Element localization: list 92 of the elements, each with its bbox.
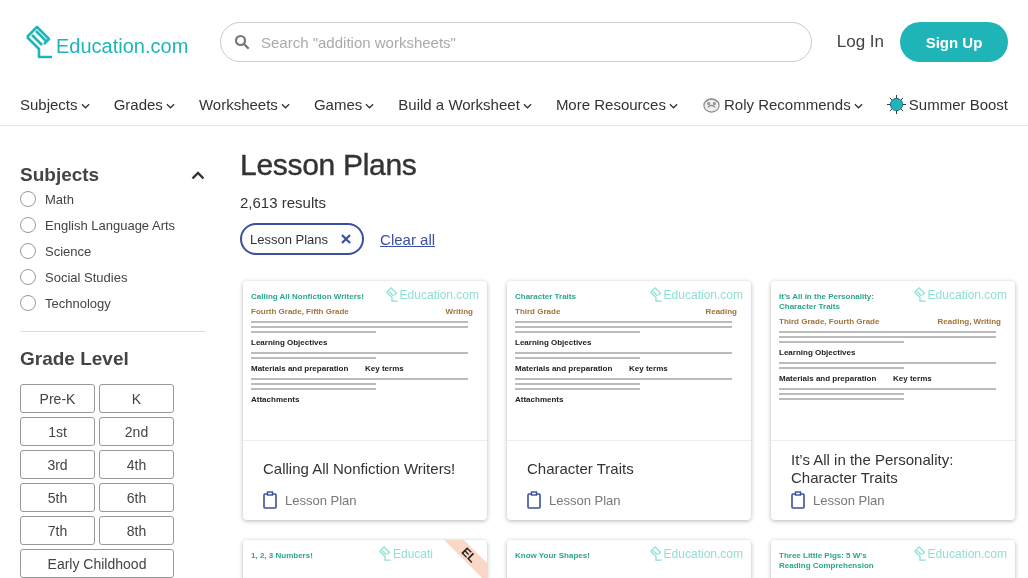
document-heading: Attachments — [515, 395, 565, 404]
document-subject: Reading — [705, 307, 737, 316]
document-heading: Key terms — [893, 374, 933, 383]
logo-icon — [24, 25, 54, 59]
document-heading: Materials and preparation — [251, 364, 350, 373]
grade-button[interactable]: 5th — [20, 483, 95, 512]
document-title: Character Traits — [515, 292, 577, 302]
document-title: Calling All Nonfiction Writers! — [251, 292, 365, 302]
document-heading: Key terms — [629, 364, 669, 373]
logo-text: Education.com — [399, 288, 479, 302]
grade-button[interactable]: 2nd — [99, 417, 174, 446]
document-title: Three Little Pigs: 5 W's Reading Comprehension — [779, 551, 875, 571]
document-heading: Attachments — [251, 395, 301, 404]
chevron-down-icon — [668, 103, 678, 109]
grade-button[interactable]: K — [99, 384, 174, 413]
lesson-card[interactable]: 1, 2, 3 Numbers! Educati EL — [243, 540, 487, 578]
logo-text: Education.com — [927, 547, 1007, 561]
close-icon[interactable] — [340, 233, 353, 245]
filter-heading: Subjects — [20, 164, 100, 186]
card-title[interactable]: Character Traits — [527, 451, 731, 487]
clipboard-icon — [791, 491, 805, 509]
search-field[interactable]: Search "addition worksheets" — [220, 22, 812, 62]
grade-button[interactable]: 6th — [99, 483, 174, 512]
lesson-card[interactable] — [771, 281, 1015, 520]
document-subject: Reading, Writing — [937, 317, 1001, 326]
nav-menu-item[interactable]: Build a Worksheet — [398, 96, 532, 113]
logo-text: Education.com — [663, 288, 743, 302]
clipboard-icon — [527, 491, 541, 509]
subject-option[interactable]: Technology — [45, 295, 111, 311]
nav-menu-item[interactable]: Grades — [113, 96, 175, 113]
subject-option[interactable]: Science — [45, 243, 92, 259]
document-title: 1, 2, 3 Numbers! — [251, 551, 314, 561]
collapse-chevron-icon[interactable] — [191, 170, 205, 180]
logo-icon — [648, 546, 663, 561]
lesson-card[interactable]: Character Traits Education.com Third Grade Reading Learning Objectives Materials and preparation Key terms Attachments Character Traits Lesson Plan — [507, 281, 751, 520]
logo-text: Education.com — [663, 547, 743, 561]
chevron-down-icon — [522, 103, 532, 109]
nav-menu-item[interactable]: Subjects — [20, 96, 90, 113]
document-title: Know Your Shapes! — [515, 551, 591, 561]
clear-all-link[interactable]: Clear all — [380, 230, 436, 248]
nav-menu-item[interactable]: Worksheets — [198, 96, 290, 113]
grade-button[interactable]: 4th — [99, 450, 174, 479]
grade-button[interactable]: 8th — [99, 516, 174, 545]
lesson-card[interactable]: Calling All Nonfiction Writers! Education.com Fourth Grade, Fifth Grade Writing Learning Objectives Materials and preparation Key terms Attachments Calling All Nonfiction Writers! Lesson Plan — [243, 281, 487, 520]
subject-option[interactable]: Social Studies — [45, 269, 128, 285]
grade-button[interactable]: Pre-K — [20, 384, 95, 413]
subject-option[interactable]: Math — [45, 191, 74, 207]
grade-button[interactable]: 3rd — [20, 450, 95, 479]
card-title[interactable]: Calling All Nonfiction Writers! — [263, 451, 467, 487]
resource-type: Lesson Plan — [285, 492, 357, 508]
results-count: 2,613 results — [240, 194, 327, 211]
grade-button[interactable]: Early Childhood — [20, 549, 174, 578]
filter-heading: Grade Level — [20, 348, 130, 370]
chevron-down-icon — [80, 103, 90, 109]
filter-chip[interactable]: Lesson Plans — [240, 223, 365, 255]
logo-icon — [384, 287, 399, 302]
logo-icon — [912, 546, 927, 561]
nav-menu-item[interactable]: More Resources — [555, 96, 678, 113]
document-subject: Writing — [445, 307, 473, 316]
resource-type: Lesson Plan — [813, 492, 885, 508]
clipboard-icon — [263, 491, 277, 509]
logo-icon — [648, 287, 663, 302]
chevron-down-icon — [365, 103, 375, 109]
document-grades: Fourth Grade, Fifth Grade — [251, 307, 349, 316]
nav-menu-item[interactable]: Games — [313, 96, 375, 113]
document-grades: Third Grade — [515, 307, 561, 316]
grade-button[interactable]: 1st — [20, 417, 95, 446]
document-heading: Learning Objectives — [515, 338, 593, 347]
chevron-down-icon — [853, 103, 863, 109]
document-heading: Learning Objectives — [251, 338, 329, 347]
search-icon — [234, 34, 250, 50]
logo-text: Education.com — [927, 288, 1007, 302]
chevron-down-icon — [165, 103, 175, 109]
document-heading: Materials and preparation — [779, 374, 878, 383]
subject-option[interactable]: English Language Arts — [45, 217, 176, 233]
logo-icon — [912, 287, 927, 302]
document-grades: Third Grade, Fourth Grade — [779, 317, 880, 326]
login-link[interactable]: Log In — [836, 32, 884, 52]
nav-menu-item[interactable]: Roly Recommends — [702, 95, 863, 114]
logo-icon — [377, 546, 392, 561]
document-heading: Learning Objectives — [779, 348, 857, 357]
document-title: It’s All in the Personality: Character Traits — [779, 292, 875, 312]
document-heading: Key terms — [365, 364, 405, 373]
chevron-down-icon — [280, 103, 290, 109]
sun-icon — [886, 95, 906, 114]
document-heading: Materials and preparation — [515, 364, 614, 373]
grade-button[interactable]: 7th — [20, 516, 95, 545]
logo-text: Educati — [392, 547, 433, 561]
card-title[interactable]: It’s All in the Personality: Character Traits — [791, 451, 995, 487]
page-title: Lesson Plans — [240, 148, 418, 182]
nav-menu-item[interactable]: Summer Boost — [886, 95, 1008, 114]
resource-type: Lesson Plan — [549, 492, 621, 508]
